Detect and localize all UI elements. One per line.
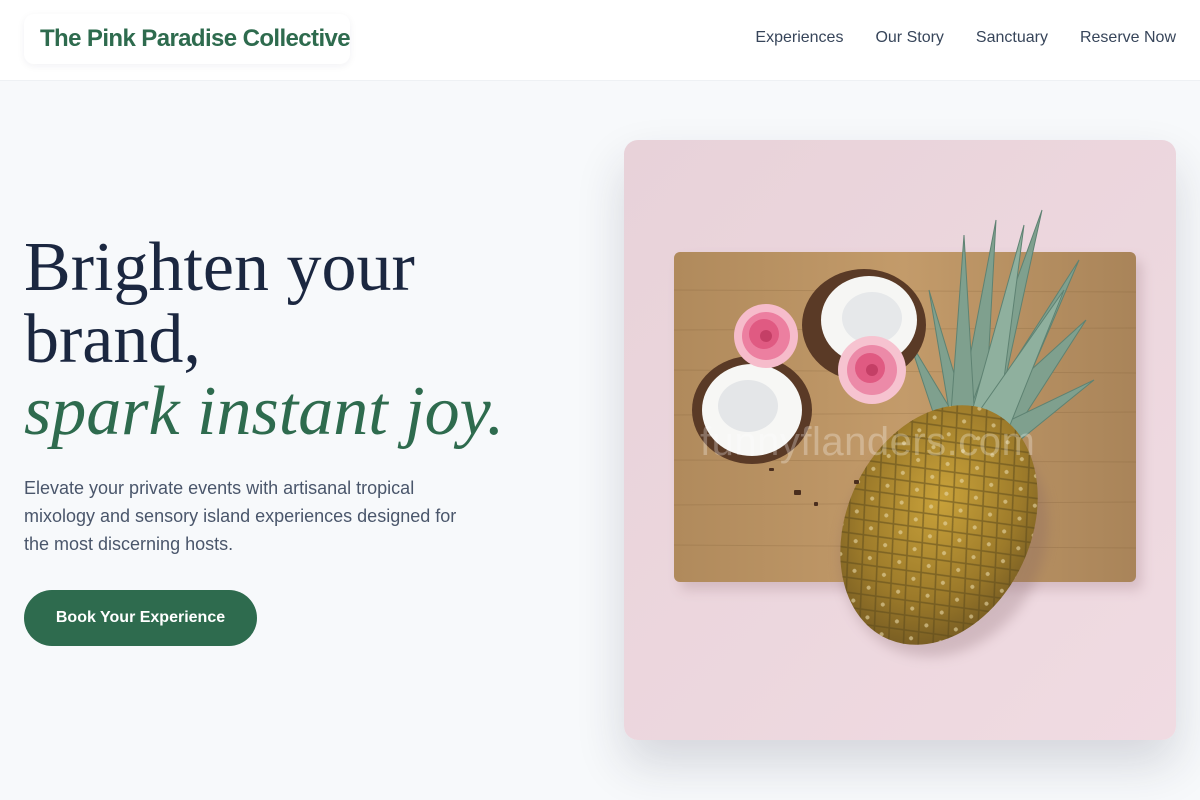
image-watermark: funnyflanders.com xyxy=(700,420,1036,464)
pink-flower-right xyxy=(838,336,906,404)
nav-link-reserve-now[interactable]: Reserve Now xyxy=(1080,29,1176,47)
pink-flower-left xyxy=(734,304,798,368)
nav-link-our-story[interactable]: Our Story xyxy=(875,29,943,47)
book-experience-button[interactable]: Book Your Experience xyxy=(24,590,257,646)
nav-link-sanctuary[interactable]: Sanctuary xyxy=(976,29,1048,47)
headline-line-1: Brighten your xyxy=(24,229,415,306)
hero-headline: Brighten your brand, spark instant joy. xyxy=(24,232,584,448)
headline-line-2: brand, xyxy=(24,301,201,378)
logo[interactable]: The Pink Paradise Collective xyxy=(24,14,351,64)
main-nav: Experiences Our Story Sanctuary Reserve … xyxy=(755,29,1176,47)
site-header: The Pink Paradise Collective Experiences… xyxy=(0,0,1200,81)
hero-image: funnyflanders.com xyxy=(624,140,1176,740)
hero-subtext: Elevate your private events with artisan… xyxy=(24,478,457,554)
headline-accent: spark instant joy. xyxy=(24,373,505,450)
nav-link-experiences[interactable]: Experiences xyxy=(755,29,843,47)
brand-name: The Pink Paradise Collective xyxy=(40,25,351,52)
